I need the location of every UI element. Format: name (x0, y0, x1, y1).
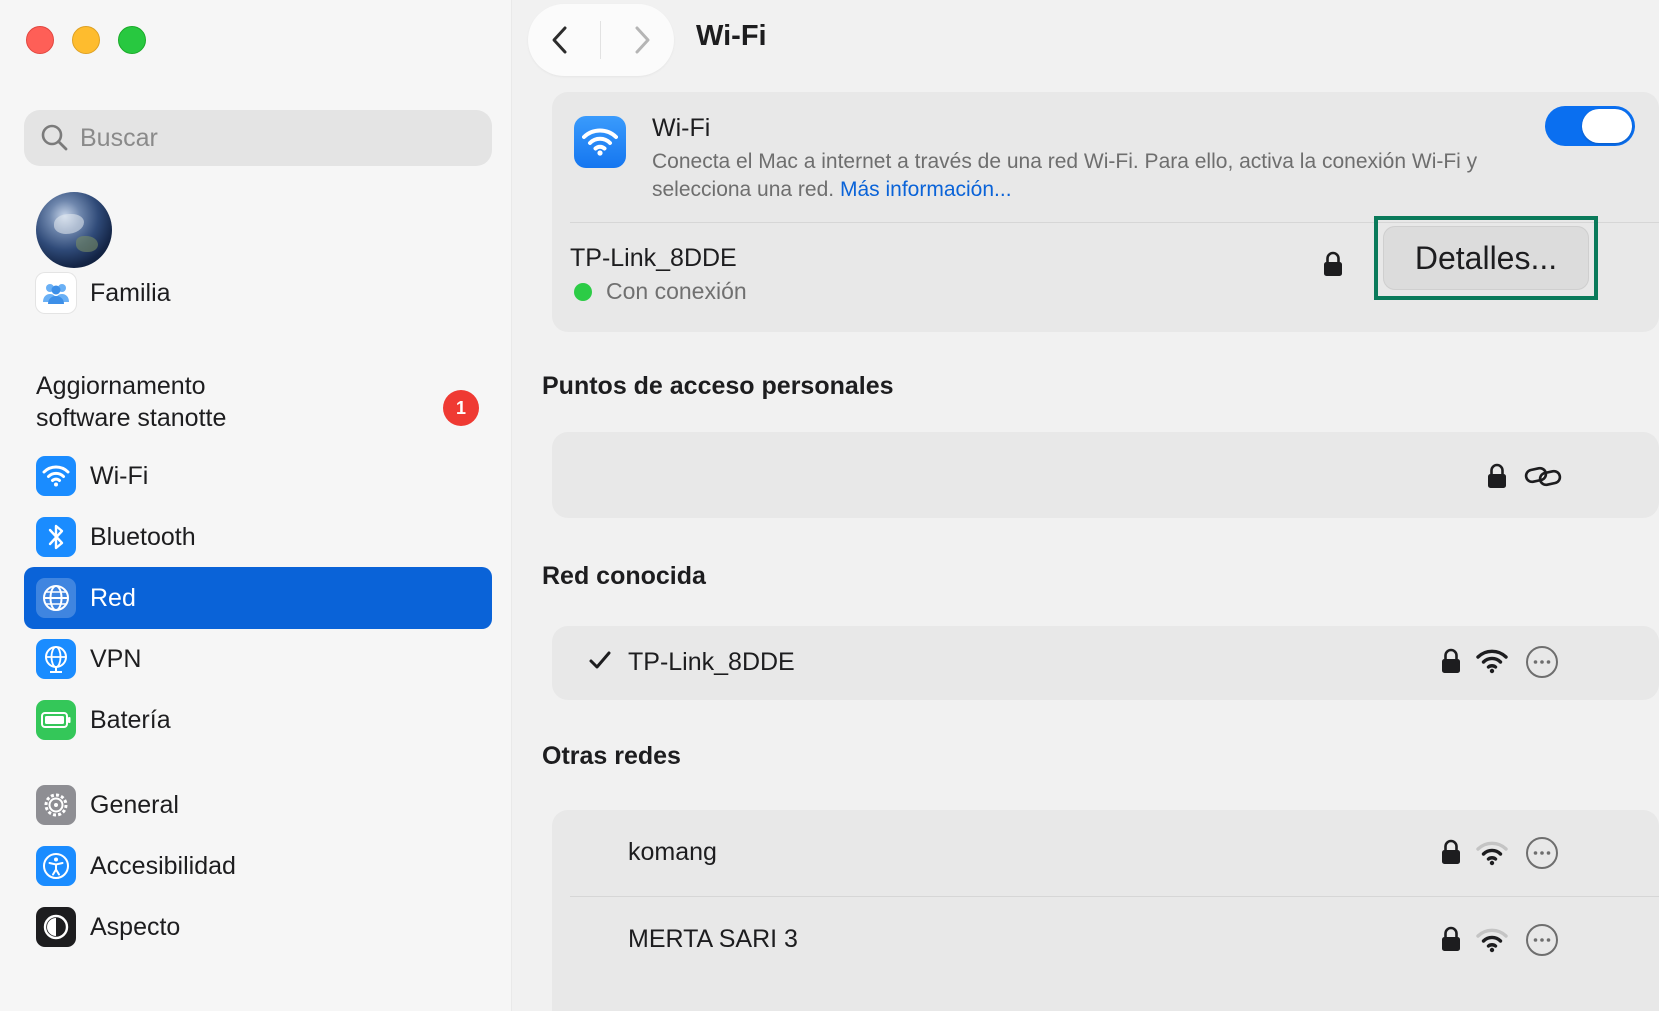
sidebar-item-label: Aspecto (90, 912, 181, 941)
connection-status-text: Con conexión (606, 278, 747, 304)
chevron-right-icon (635, 26, 650, 54)
other-networks-card: komang MERTA SARI 3 (552, 810, 1659, 1011)
sidebar-item-label: Accesibilidad (90, 851, 236, 880)
update-line-2: software stanotte (36, 404, 227, 432)
lock-icon (1486, 462, 1508, 490)
vpn-globe-icon (36, 639, 76, 679)
sidebar-item-label: Familia (90, 278, 171, 307)
toggle-knob (1582, 109, 1632, 143)
known-networks-card: TP-Link_8DDE (552, 626, 1659, 700)
family-icon (36, 273, 76, 313)
lock-icon (1440, 647, 1462, 675)
navigation-buttons (528, 4, 674, 76)
details-button[interactable]: Detalles... (1383, 226, 1589, 290)
close-window-button[interactable] (26, 26, 54, 54)
window-controls (26, 26, 146, 54)
section-other-heading: Otras redes (542, 742, 681, 770)
current-network-name: TP-Link_8DDE (570, 244, 737, 272)
sidebar-item-label: Red (90, 583, 136, 612)
sidebar-item-label: General (90, 790, 179, 819)
wifi-signal-icon (1476, 648, 1508, 674)
page-title: Wi-Fi (696, 20, 767, 52)
sidebar-item-family[interactable]: Familia (24, 262, 492, 324)
globe-icon (36, 578, 76, 618)
search-field[interactable] (24, 110, 492, 166)
search-icon (40, 123, 70, 153)
network-row[interactable]: komang (552, 810, 1659, 896)
sidebar-item-label: Bluetooth (90, 522, 196, 551)
sidebar-item-label: VPN (90, 644, 142, 673)
wifi-toggle[interactable] (1545, 106, 1635, 146)
wifi-description-text: Conecta el Mac a internet a través de un… (652, 150, 1478, 201)
gear-icon (36, 785, 76, 825)
lock-icon (1322, 250, 1344, 283)
battery-icon (36, 700, 76, 740)
sidebar-item-vpn[interactable]: VPN (24, 628, 492, 690)
update-line-1: Aggiornamento (36, 372, 206, 400)
wifi-signal-icon (1476, 840, 1508, 866)
section-hotspots-heading: Puntos de acceso personales (542, 372, 894, 400)
connection-status: Con conexión (574, 278, 747, 305)
chevron-left-icon (552, 26, 567, 54)
wifi-card-title: Wi-Fi (652, 114, 711, 142)
network-row[interactable]: MERTA SARI 3 (552, 897, 1659, 983)
wifi-description: Conecta el Mac a internet a través de un… (652, 148, 1512, 204)
network-name: MERTA SARI 3 (628, 925, 798, 953)
appearance-icon (36, 907, 76, 947)
more-options-icon[interactable] (1524, 922, 1560, 958)
search-input[interactable] (80, 123, 480, 153)
network-name: komang (628, 838, 717, 866)
known-network-row[interactable]: TP-Link_8DDE (552, 626, 1659, 700)
wifi-icon (36, 456, 76, 496)
back-button[interactable] (536, 16, 584, 64)
more-options-icon[interactable] (1524, 644, 1560, 680)
wifi-signal-icon (1476, 927, 1508, 953)
sidebar-item-bateria[interactable]: Batería (24, 689, 492, 751)
software-update-notice[interactable]: Aggiornamento software stanotte (36, 370, 476, 434)
lock-icon (1440, 838, 1462, 866)
sidebar-item-accesibilidad[interactable]: Accesibilidad (24, 835, 492, 897)
details-highlight-frame: Detalles... (1374, 216, 1598, 300)
more-info-link[interactable]: Más información... (840, 178, 1012, 201)
sidebar-item-bluetooth[interactable]: Bluetooth (24, 506, 492, 568)
connected-dot-icon (574, 282, 592, 301)
hotspots-card (552, 432, 1659, 518)
more-options-icon[interactable] (1524, 835, 1560, 871)
sidebar-item-red[interactable]: Red (24, 567, 492, 629)
sidebar-item-aspecto[interactable]: Aspecto (24, 896, 492, 958)
section-known-heading: Red conocida (542, 562, 706, 590)
sidebar-item-wifi[interactable]: Wi-Fi (24, 445, 492, 507)
link-icon (1524, 464, 1564, 488)
sidebar-item-label: Batería (90, 705, 171, 734)
sidebar-item-general[interactable]: General (24, 774, 492, 836)
minimize-window-button[interactable] (72, 26, 100, 54)
wifi-icon (574, 116, 626, 168)
wifi-card: Wi-Fi Conecta el Mac a internet a través… (552, 92, 1659, 332)
zoom-window-button[interactable] (118, 26, 146, 54)
sidebar-item-label: Wi-Fi (90, 461, 149, 490)
sidebar: Familia Aggiornamento software stanotte … (0, 0, 512, 1011)
known-network-name: TP-Link_8DDE (628, 648, 795, 676)
avatar[interactable] (36, 192, 112, 268)
update-badge: 1 (443, 390, 479, 426)
checkmark-icon (588, 648, 612, 672)
forward-button[interactable] (618, 16, 666, 64)
bluetooth-icon (36, 517, 76, 557)
accessibility-icon (36, 846, 76, 886)
lock-icon (1440, 925, 1462, 953)
main-content: Wi-Fi Wi-Fi Conecta el Mac a internet a … (512, 0, 1659, 1011)
